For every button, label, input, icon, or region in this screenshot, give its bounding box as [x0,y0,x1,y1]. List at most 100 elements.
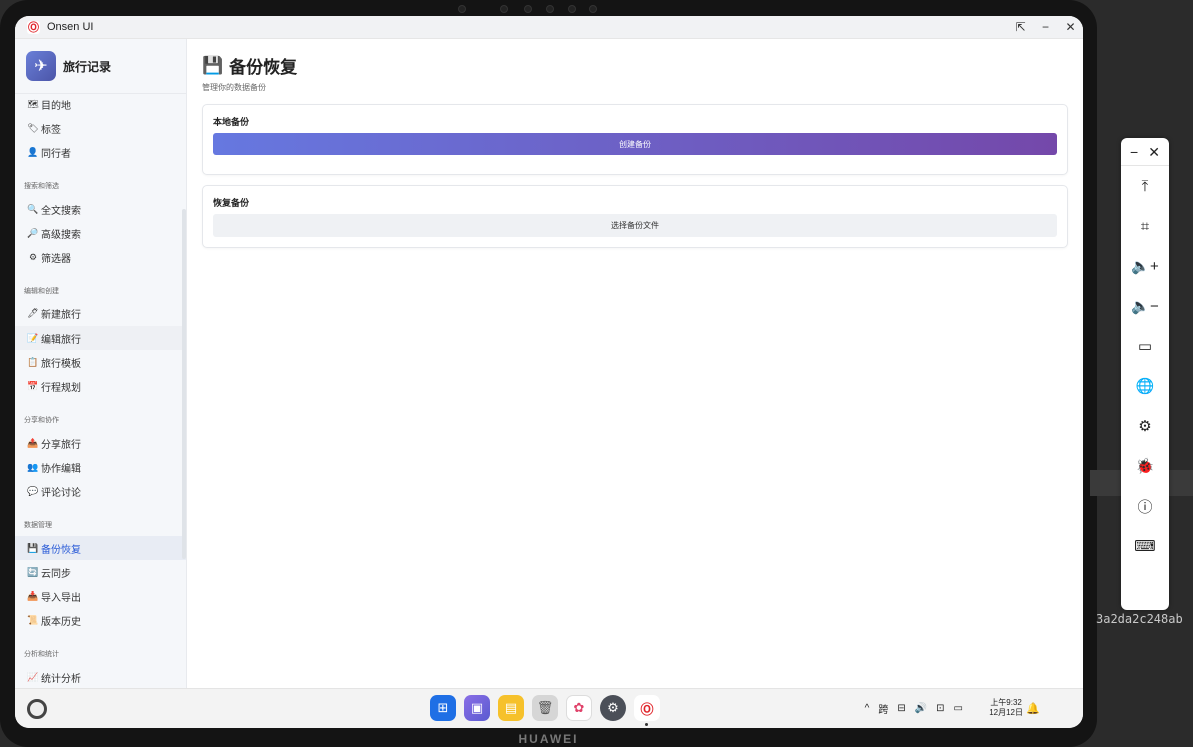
system-tray: ^ 跨 ⊟ 🔊 ⊡ ▭ [865,701,963,716]
card-title: 本地备份 [213,117,250,127]
dock: ⊞ ▣ ▤ 🗑 ✿ ⚙ Ⓞ [430,695,660,726]
bug-icon[interactable]: 🐞 [1121,446,1169,486]
volume-icon[interactable]: 🔊 [915,703,927,714]
clock[interactable]: 上午9:32 12月12日 [989,698,1023,718]
sidebar-item-comments[interactable]: 💬 评论讨论 [15,480,186,504]
keyboard-icon[interactable]: ⌨ [1121,526,1169,566]
trash-icon[interactable]: 🗑 [532,695,558,721]
sidebar-item-statistics[interactable]: 📈 统计分析 [15,665,186,688]
settings-icon[interactable]: ⚙ [600,695,626,721]
floppy-disk-icon: 💾 [202,55,224,75]
device-id-text: 3a2da2c248ab [1096,612,1183,626]
battery-icon[interactable]: ▭ [954,703,963,714]
notification-bell-icon[interactable]: 🔔 [1026,702,1040,715]
minimize-toolbar-button[interactable]: − [1130,144,1138,165]
device-brand: HUAWEI [518,732,579,746]
sidebar-item-backup-restore[interactable]: 💾 备份恢复 [15,535,186,561]
sidebar-item-label: 导入导出 [41,593,81,605]
speech-bubble-icon: 💬 [27,486,39,497]
sidebar-item-fulltext-search[interactable]: 🔍 全文搜索 [15,197,186,221]
sidebar-item-share-trip[interactable]: 📤 分享旅行 [15,431,186,455]
files-icon[interactable]: ▤ [498,695,524,721]
multitask-icon[interactable]: ▣ [464,695,490,721]
sidebar-item-itinerary[interactable]: 📅 行程规划 [15,375,186,399]
window-title: Onsen UI [47,21,94,33]
sidebar-item-label: 新建旅行 [41,310,81,322]
photos-icon[interactable]: ✿ [566,695,592,721]
scroll-top-icon[interactable]: ⤒ [1121,166,1169,206]
sidebar-item-label: 高级搜索 [41,229,81,241]
sidebar-item-label: 行程规划 [41,383,81,395]
floating-toolbar: − ✕ ⤒ ⌗ 🔈+ 🔈− ▭ 🌐 ⚙ 🐞 ⓘ ⌨ [1121,138,1169,610]
camera-dot [568,5,576,13]
sidebar-item-version-history[interactable]: 📜 版本历史 [15,609,186,633]
sidebar-item-label: 标签 [41,124,61,136]
local-backup-card: 本地备份 创建备份 [202,104,1068,175]
main-content: 💾 备份恢复 管理你的数据备份 本地备份 创建备份 恢复备份 选择备份文件 [187,39,1083,688]
create-backup-button[interactable]: 创建备份 [213,133,1057,155]
floppy-disk-icon: 💾 [27,542,39,553]
app-grid-icon[interactable]: ⊞ [430,695,456,721]
crop-icon[interactable]: ⌗ [1121,206,1169,246]
pen-icon: 🖊 [27,308,39,319]
minimize-window-button[interactable]: − [1033,20,1058,34]
restore-window-button[interactable]: ⇱ [1008,20,1033,34]
search-icon: 🔍 [27,203,39,214]
scroll-icon: 📜 [27,615,39,626]
screen: Ⓞ Onsen UI ⇱ − ✕ 🗺 目的地 🏷 标签 👤 同行者 搜索和筛选 🔍 全文… [15,16,1083,728]
volume-down-icon[interactable]: 🔈− [1121,286,1169,326]
settings-gear-icon[interactable]: ⚙ [1121,406,1169,446]
sidebar-item-label: 全文搜索 [41,205,81,217]
sidebar-item-new-trip[interactable]: 🖊 新建旅行 [15,302,186,326]
sidebar-item-advanced-search[interactable]: 🔎 高级搜索 [15,221,186,245]
onsen-app-icon[interactable]: Ⓞ [634,695,660,726]
sidebar-item-import-export[interactable]: 📥 导入导出 [15,584,186,608]
volume-up-icon[interactable]: 🔈+ [1121,246,1169,286]
memo-icon: 📝 [27,332,39,343]
choose-backup-file-button[interactable]: 选择备份文件 [213,214,1057,237]
sidebar: 🗺 目的地 🏷 标签 👤 同行者 搜索和筛选 🔍 全文搜索 🔎 高级搜索 ⚙ 筛选器 编辑和… [15,39,187,688]
sidebar-item-label: 评论讨论 [41,488,81,500]
camera-dot [524,5,532,13]
camera-dot [500,5,508,13]
start-button[interactable] [27,699,47,719]
person-icon: 👤 [27,147,39,158]
sidebar-header: ✈ 旅行记录 [15,39,186,94]
input-method-icon[interactable]: 跨 [878,701,888,716]
chart-icon: 📈 [27,671,39,682]
sidebar-item-filters[interactable]: ⚙ 筛选器 [15,245,186,269]
camera-dot [546,5,554,13]
sidebar-section-title: 数据管理 [24,521,52,529]
close-window-button[interactable]: ✕ [1058,20,1083,34]
tag-icon: 🏷 [27,122,39,133]
tablet-frame: Ⓞ Onsen UI ⇱ − ✕ 🗺 目的地 🏷 标签 👤 同行者 搜索和筛选 🔍 全文… [0,0,1097,747]
sidebar-item-cloud-sync[interactable]: 🔄 云同步 [15,560,186,584]
clipboard-tray-icon[interactable]: ⊟ [897,703,905,714]
globe-icon[interactable]: 🌐 [1121,366,1169,406]
sidebar-item-label: 备份恢复 [41,544,81,556]
sidebar-item-label: 旅行模板 [41,359,81,371]
clipboard-icon: 📋 [27,357,39,368]
sidebar-scrollbar[interactable] [182,209,186,559]
sidebar-item-tags[interactable]: 🏷 标签 [15,116,186,140]
sidebar-item-collaborate[interactable]: 👥 协作编辑 [15,455,186,479]
app-logo-icon: Ⓞ [27,20,40,34]
sidebar-item-destination[interactable]: 🗺 目的地 [15,92,186,116]
sidebar-item-trip-template[interactable]: 📋 旅行模板 [15,350,186,374]
sidebar-section-title: 编辑和创建 [24,287,59,295]
info-icon[interactable]: ⓘ [1121,486,1169,526]
battery-outline-icon[interactable]: ▭ [1121,326,1169,366]
chevron-up-icon[interactable]: ^ [865,703,870,714]
sidebar-item-edit-trip[interactable]: 📝 编辑旅行 [15,326,186,351]
outbox-icon: 📤 [27,437,39,448]
airplane-icon: ✈ [26,51,56,81]
sidebar-item-companions[interactable]: 👤 同行者 [15,141,186,165]
app-body: 🗺 目的地 🏷 标签 👤 同行者 搜索和筛选 🔍 全文搜索 🔎 高级搜索 ⚙ 筛选器 编辑和… [15,39,1083,688]
sidebar-item-label: 云同步 [41,568,71,580]
camera-dot [589,5,597,13]
close-toolbar-button[interactable]: ✕ [1148,144,1160,165]
page-title-text: 备份恢复 [229,58,298,77]
sidebar-item-label: 统计分析 [41,673,81,685]
people-icon: 👥 [27,461,39,472]
display-icon[interactable]: ⊡ [936,703,944,714]
